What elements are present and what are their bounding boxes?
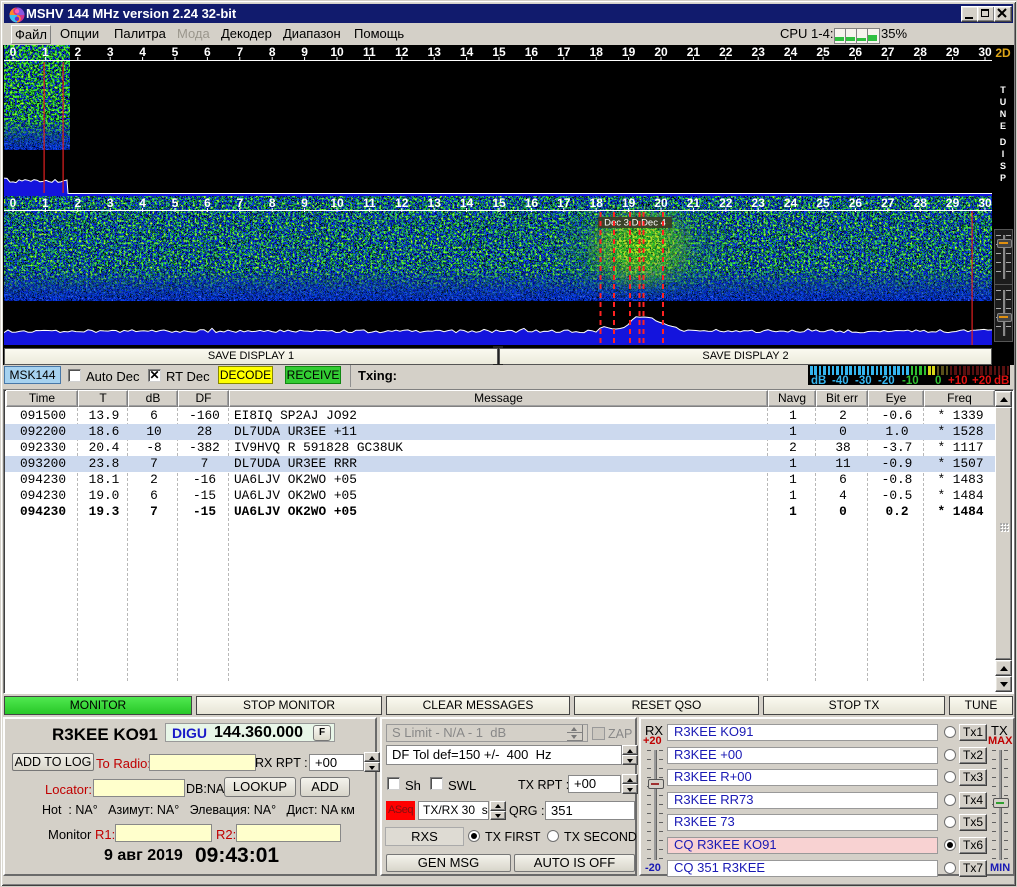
svg-text:19: 19 bbox=[622, 196, 636, 210]
svg-text:1: 1 bbox=[42, 45, 49, 59]
svg-text:4: 4 bbox=[139, 45, 146, 59]
svg-text:17: 17 bbox=[557, 196, 571, 210]
svg-text:21: 21 bbox=[687, 45, 701, 59]
svg-text:14: 14 bbox=[460, 196, 474, 210]
svg-text:5: 5 bbox=[172, 196, 179, 210]
svg-text:18: 18 bbox=[590, 196, 604, 210]
svg-text:14: 14 bbox=[460, 45, 474, 59]
svg-text:20: 20 bbox=[654, 196, 668, 210]
svg-text:29: 29 bbox=[946, 45, 960, 59]
svg-text:4: 4 bbox=[139, 196, 146, 210]
svg-text:16: 16 bbox=[525, 196, 539, 210]
svg-text:10: 10 bbox=[330, 196, 344, 210]
svg-text:27: 27 bbox=[881, 45, 895, 59]
svg-text:2: 2 bbox=[74, 45, 81, 59]
svg-text:18: 18 bbox=[590, 45, 604, 59]
svg-text:25: 25 bbox=[816, 45, 830, 59]
svg-text:15: 15 bbox=[492, 196, 506, 210]
svg-text:25: 25 bbox=[816, 196, 830, 210]
svg-text:23: 23 bbox=[752, 45, 766, 59]
svg-text:9: 9 bbox=[301, 45, 308, 59]
svg-text:11: 11 bbox=[363, 196, 376, 210]
svg-text:7: 7 bbox=[236, 45, 243, 59]
svg-text:24: 24 bbox=[784, 45, 798, 59]
svg-text:30: 30 bbox=[978, 196, 992, 210]
svg-text:1: 1 bbox=[42, 196, 49, 210]
svg-text:10: 10 bbox=[330, 45, 344, 59]
svg-text:7: 7 bbox=[236, 196, 243, 210]
svg-text:22: 22 bbox=[719, 196, 733, 210]
svg-text:24: 24 bbox=[784, 196, 798, 210]
svg-text:26: 26 bbox=[849, 45, 863, 59]
svg-text:6: 6 bbox=[204, 196, 211, 210]
svg-text:2: 2 bbox=[74, 196, 81, 210]
svg-text:11: 11 bbox=[363, 45, 376, 59]
svg-text:26: 26 bbox=[849, 196, 863, 210]
svg-text:21: 21 bbox=[687, 196, 701, 210]
svg-text:28: 28 bbox=[914, 45, 928, 59]
svg-text:5: 5 bbox=[172, 45, 179, 59]
svg-text:0: 0 bbox=[10, 45, 17, 59]
svg-text:29: 29 bbox=[946, 196, 960, 210]
svg-text:12: 12 bbox=[395, 196, 409, 210]
svg-text:6: 6 bbox=[204, 45, 211, 59]
svg-text:3: 3 bbox=[107, 45, 114, 59]
svg-text:8: 8 bbox=[269, 196, 276, 210]
svg-text:20: 20 bbox=[654, 45, 668, 59]
svg-text:19: 19 bbox=[622, 45, 636, 59]
svg-text:3: 3 bbox=[107, 196, 114, 210]
svg-text:30: 30 bbox=[978, 45, 992, 59]
svg-text:27: 27 bbox=[881, 196, 895, 210]
svg-text:15: 15 bbox=[492, 45, 506, 59]
svg-text:16: 16 bbox=[525, 45, 539, 59]
svg-text:17: 17 bbox=[557, 45, 571, 59]
svg-text:22: 22 bbox=[719, 45, 733, 59]
svg-text:28: 28 bbox=[914, 196, 928, 210]
svg-text:13: 13 bbox=[428, 196, 442, 210]
svg-text:12: 12 bbox=[395, 45, 409, 59]
svg-text:13: 13 bbox=[428, 45, 442, 59]
svg-text:0: 0 bbox=[10, 196, 17, 210]
svg-text:9: 9 bbox=[301, 196, 308, 210]
svg-text:8: 8 bbox=[269, 45, 276, 59]
svg-text:23: 23 bbox=[752, 196, 766, 210]
